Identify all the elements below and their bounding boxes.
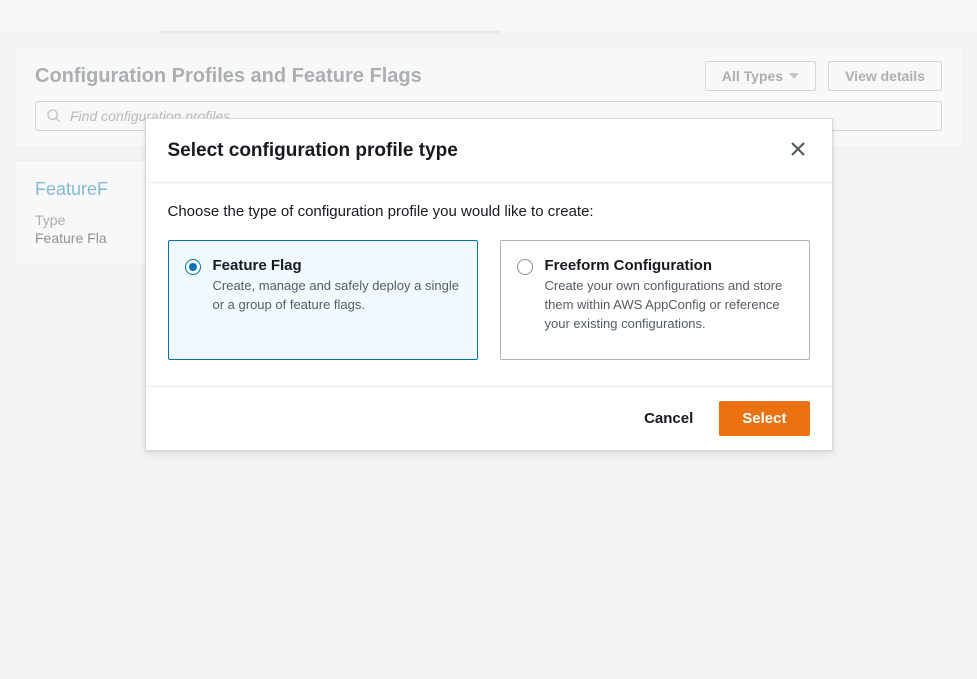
option-title: Feature Flag [213,257,461,274]
close-button[interactable] [786,137,810,164]
modal-overlay: Select configuration profile type Choose… [0,0,977,679]
modal-footer: Cancel Select [146,386,832,450]
modal-header: Select configuration profile type [146,119,832,183]
cancel-button[interactable]: Cancel [630,402,707,435]
modal-instruction: Choose the type of configuration profile… [168,203,810,220]
select-button[interactable]: Select [719,401,809,436]
option-description: Create your own configurations and store… [545,277,793,334]
option-feature-flag[interactable]: Feature Flag Create, manage and safely d… [168,240,478,360]
option-title: Freeform Configuration [545,257,793,274]
option-group: Feature Flag Create, manage and safely d… [168,240,810,360]
close-icon [790,141,806,157]
radio-icon [185,259,201,275]
radio-icon [517,259,533,275]
select-profile-type-modal: Select configuration profile type Choose… [145,118,833,451]
option-description: Create, manage and safely deploy a singl… [213,277,461,315]
modal-body: Choose the type of configuration profile… [146,183,832,386]
option-freeform-configuration[interactable]: Freeform Configuration Create your own c… [500,240,810,360]
modal-title: Select configuration profile type [168,140,786,162]
